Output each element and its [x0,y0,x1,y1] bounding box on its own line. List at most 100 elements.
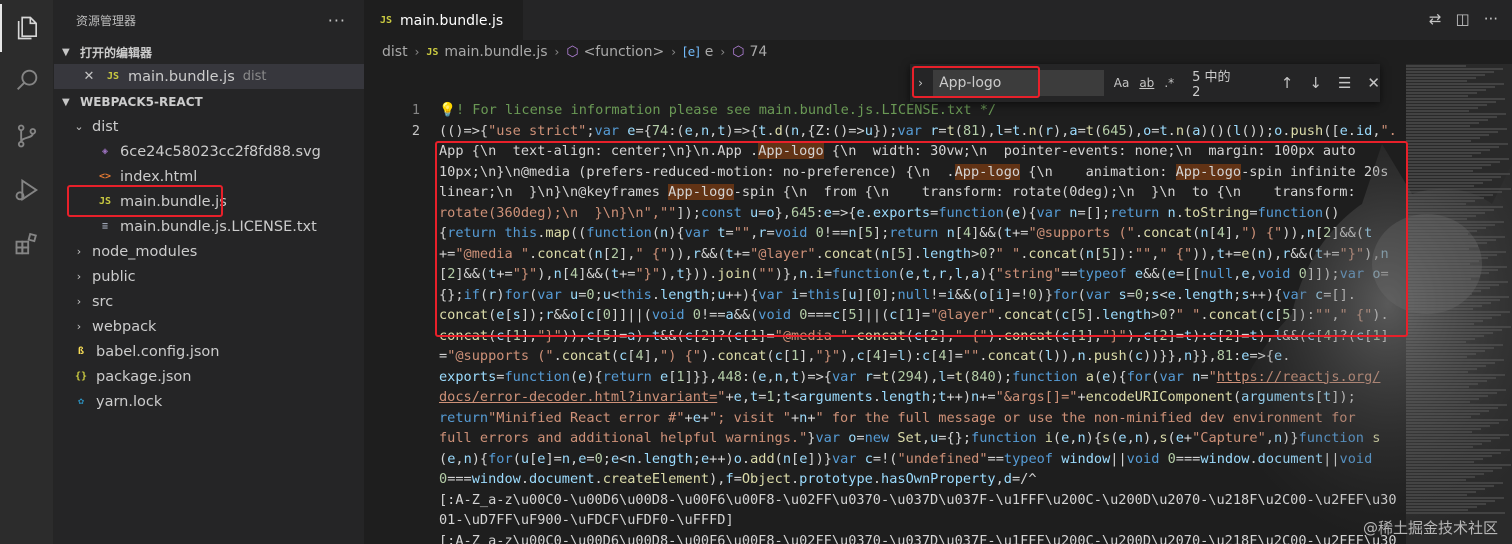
minimap-line [1406,278,1471,280]
minimap-line [1406,260,1479,262]
breadcrumb-item[interactable]: <function> [584,44,665,60]
search-icon[interactable] [0,56,54,104]
minimap-line [1406,338,1475,340]
js-file-icon: JS [98,196,112,207]
minimap-line [1406,446,1473,448]
tree-item-label: main.bundle.js [120,193,227,210]
arrow-down-icon[interactable]: ↓ [1309,74,1322,92]
tree-item-package-json[interactable]: {} package.json [54,364,364,389]
open-editor-name: main.bundle.js [128,68,235,85]
breadcrumb-item[interactable]: dist [382,44,408,60]
minimap-line [1406,443,1482,445]
source-control-icon[interactable] [0,112,54,160]
minimap-line [1406,326,1511,328]
minimap-line [1406,464,1511,466]
chevron-down-icon: ▼ [62,96,70,108]
minimap-line [1406,203,1466,205]
tree-item-webpack[interactable]: › webpack [54,314,364,339]
minimap-line [1406,197,1484,199]
minimap-line [1406,296,1509,298]
chevron-down-icon: ⌄ [74,120,84,133]
code-content[interactable]: 💡! For license information please see ma… [439,100,1404,544]
breadcrumb-item[interactable]: 74 [749,44,767,60]
chevron-right-icon: › [76,295,82,308]
tree-item-svg[interactable]: ◈ 6ce24c58023cc2f8fd88.svg [54,139,364,164]
project-section[interactable]: ▼ WEBPACK5-REACT [54,90,364,114]
minimap-line [1406,83,1504,85]
minimap-line [1406,479,1466,481]
code-line: rotate(360deg);\n }\n}\n",""]);const u=o… [439,204,1340,221]
open-editor-item[interactable]: ✕ JS main.bundle.js dist [54,64,364,89]
minimap-line [1406,74,1485,76]
js-file-icon: JS [426,46,439,58]
regex-toggle[interactable]: .* [1164,76,1174,90]
tree-item-dist[interactable]: ⌄ dist [54,114,364,139]
sidebar-header: 资源管理器 ··· [54,0,364,40]
code-line: docs/error-decoder.html?invariant="+e,t=… [439,389,1356,405]
open-editors-section[interactable]: ▼ 打开的编辑器 [54,40,364,64]
run-debug-icon[interactable] [0,166,54,214]
close-icon[interactable]: ✕ [1367,74,1380,92]
minimap-line [1406,104,1487,106]
breadcrumb-item[interactable]: main.bundle.js [444,44,547,60]
minimap-line [1406,206,1503,208]
minimap-line [1406,209,1494,211]
tree-item-src[interactable]: › src [54,289,364,314]
function-symbol-icon: ⬡ [732,44,745,60]
minimap-line [1406,230,1477,232]
minimap-line [1406,173,1510,175]
chevron-right-icon: › [76,245,82,258]
minimap-line [1406,284,1499,286]
find-input[interactable]: App-logo [933,70,1104,96]
tree-item-public[interactable]: › public [54,264,364,289]
code-line: {};if(r)for(var u=0;u<this.length;u++){v… [439,286,1356,303]
explorer-icon[interactable] [0,4,54,52]
line-number: 2 [411,122,420,139]
tree-item-label: package.json [96,368,192,385]
minimap-line [1406,134,1489,136]
more-actions-icon[interactable]: ··· [1484,10,1498,28]
find-nav: ↑ ↓ ☰ ✕ [1281,74,1380,92]
tree-item-main-bundle[interactable]: JS main.bundle.js [54,189,364,214]
match-case-toggle[interactable]: Aa [1114,76,1130,90]
minimap[interactable] [1406,64,1512,544]
tree-item-label: yarn.lock [96,393,163,410]
code-line: 10px;\n}\n@media (prefers-reduced-motion… [439,163,1389,180]
tab-main-bundle[interactable]: JS main.bundle.js [364,0,524,40]
tree-item-yarn-lock[interactable]: ✿ yarn.lock [54,389,364,414]
minimap-line [1406,131,1498,133]
minimap-line [1406,392,1497,394]
minimap-line [1406,125,1470,127]
minimap-line [1406,431,1472,433]
whole-word-toggle[interactable]: ab [1139,76,1154,90]
arrow-up-icon[interactable]: ↑ [1281,74,1294,92]
minimap-line [1406,401,1470,403]
text-file-icon: ≡ [101,221,109,232]
find-in-selection-icon[interactable]: ☰ [1338,74,1351,92]
minimap-line [1406,404,1507,406]
minimap-line [1406,506,1477,508]
json-file-icon: {} [74,371,88,382]
chevron-right-icon[interactable]: › [910,76,931,90]
tree-item-babel-config[interactable]: ß babel.config.json [54,339,364,364]
split-editor-icon[interactable]: ◫ [1456,10,1470,28]
extensions-icon[interactable] [0,220,54,268]
tree-item-label: webpack [92,318,157,335]
minimap-line [1406,122,1479,124]
minimap-line [1406,71,1494,73]
minimap-line [1406,68,1503,70]
tree-item-node-modules[interactable]: › node_modules [54,239,364,264]
tree-item-index-html[interactable]: <> index.html [54,164,364,189]
minimap-line [1406,437,1500,439]
minimap-line [1406,350,1485,352]
tree-item-license[interactable]: ≡ main.bundle.js.LICENSE.txt [54,214,364,239]
close-icon[interactable]: ✕ [82,69,96,84]
breadcrumb-item[interactable]: e [705,44,714,60]
minimap-line [1406,416,1471,418]
minimap-line [1406,215,1476,217]
minimap-line [1406,164,1491,166]
more-actions-icon[interactable]: ··· [328,11,346,30]
find-options: Aa ab .* [1114,76,1174,90]
compare-icon[interactable]: ⇄ [1429,10,1442,28]
minimap-line [1406,374,1505,376]
